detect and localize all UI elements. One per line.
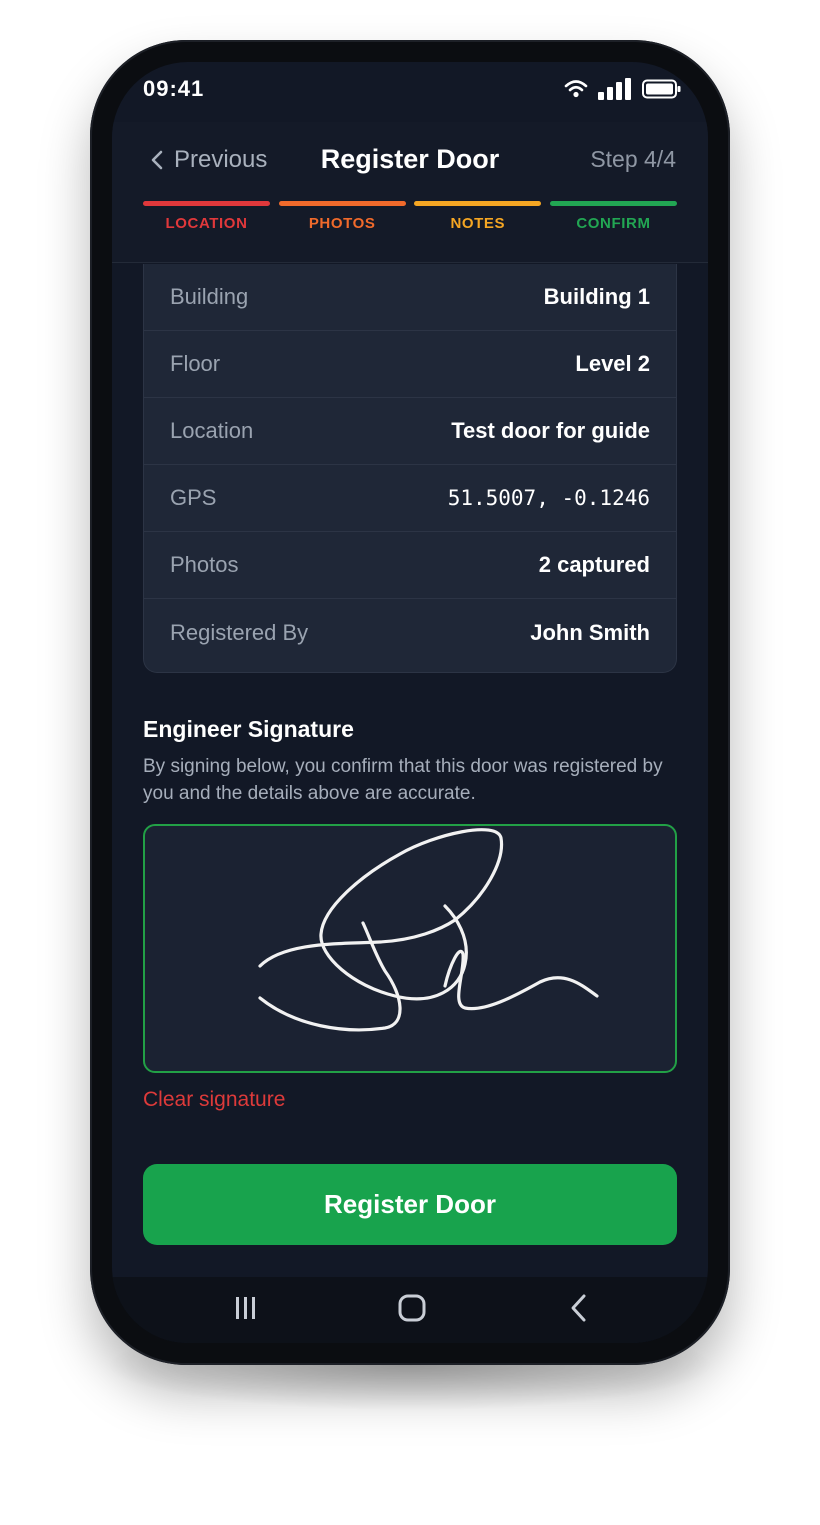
step-indicator: Step 4/4 [590, 146, 676, 172]
step-location[interactable]: LOCATION [143, 201, 270, 232]
signature-drawing [258, 828, 599, 1032]
summary-value: Level 2 [575, 351, 650, 376]
battery-icon [642, 79, 681, 99]
signature-title: Engineer Signature [143, 716, 354, 742]
step-confirm[interactable]: CONFIRM [549, 201, 677, 232]
step-confirm-bar [549, 201, 677, 206]
summary-key: Location [170, 418, 254, 443]
summary-value: Building 1 [543, 284, 650, 309]
summary-row-building: Building Building 1 [144, 264, 676, 331]
clear-signature-link[interactable]: Clear signature [143, 1088, 285, 1112]
wifi-icon [564, 80, 588, 98]
step-location-label: LOCATION [165, 215, 248, 232]
home-icon [398, 1294, 426, 1322]
step-progress: LOCATION PHOTOS NOTES CONFIRM [143, 201, 677, 232]
summary-row-floor: Floor Level 2 [144, 331, 676, 398]
recent-apps-icon [236, 1297, 255, 1319]
step-photos[interactable]: PHOTOS [278, 201, 406, 232]
phone-screen: 09:41 Previous Register Door Step 4/4 LO… [112, 62, 708, 1343]
step-confirm-label: CONFIRM [576, 215, 651, 232]
summary-key: Photos [170, 552, 239, 577]
summary-key: Floor [170, 351, 221, 376]
summary-value: 51.5007, -0.1246 [447, 486, 650, 510]
summary-value: Test door for guide [451, 418, 650, 443]
back-button[interactable] [564, 1291, 594, 1330]
summary-key: Building [170, 284, 249, 309]
step-location-bar [143, 201, 270, 206]
summary-value: John Smith [530, 619, 650, 645]
back-icon [571, 1294, 586, 1322]
summary-key: GPS [170, 485, 217, 510]
summary-key: Registered By [170, 619, 309, 645]
status-icons [564, 78, 682, 100]
step-notes[interactable]: NOTES [414, 201, 542, 232]
summary-row-photos: Photos 2 captured [144, 532, 676, 599]
summary-row-registered-by: Registered By John Smith [144, 599, 676, 666]
step-photos-bar [278, 201, 406, 206]
step-photos-label: PHOTOS [308, 215, 376, 232]
home-button[interactable] [395, 1291, 429, 1330]
recent-apps-button[interactable] [230, 1291, 262, 1330]
register-door-button[interactable]: Register Door [143, 1164, 677, 1245]
signal-icon [598, 78, 631, 100]
signature-pad[interactable] [143, 824, 677, 1073]
status-bar: 09:41 [112, 62, 708, 122]
status-time: 09:41 [143, 76, 205, 101]
step-notes-bar [414, 201, 542, 206]
signature-description: By signing below, you confirm that this … [143, 756, 663, 804]
summary-row-gps: GPS 51.5007, -0.1246 [144, 465, 676, 532]
step-notes-label: NOTES [450, 215, 506, 232]
summary-value: 2 captured [538, 552, 650, 577]
system-nav-bar [112, 1277, 708, 1343]
summary-card: Building Building 1 Floor Level 2 Locati… [143, 264, 677, 673]
summary-row-location: Location Test door for guide [144, 398, 676, 465]
